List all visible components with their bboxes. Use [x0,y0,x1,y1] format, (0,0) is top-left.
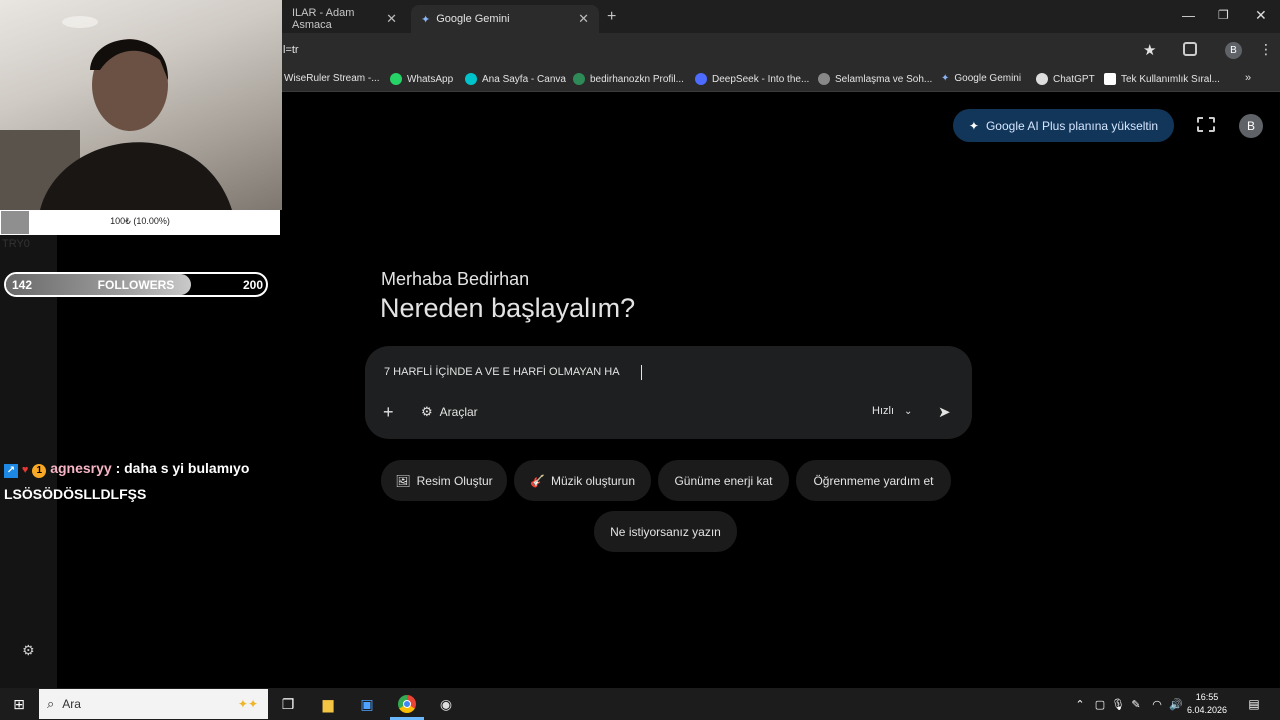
add-icon[interactable]: + [383,402,394,423]
chat-message-line: LSÖSÖDÖSLLDLFŞS [4,486,147,502]
file-explorer-icon[interactable]: ▆ [318,694,338,714]
search-placeholder: Ara [62,697,81,711]
image-icon: 🖼 [395,473,411,488]
chip-write-anything[interactable]: Ne istiyorsanız yazın [594,511,737,552]
bookmark-item[interactable]: Ana Sayfa - Canva [465,73,566,85]
chatgpt-icon [1036,73,1048,85]
new-tab-icon[interactable]: + [607,8,616,26]
greeting: Merhaba Bedirhan [381,269,530,289]
site-icon [1104,73,1116,85]
tab-title: ILAR - Adam Asmaca [292,7,355,31]
heart-icon: ♥ [21,464,29,476]
mode-select[interactable]: Hızlı ⌄ [872,405,912,417]
store-icon[interactable]: ▣ [357,694,377,714]
notifications-icon[interactable]: ▤ [1244,694,1264,714]
more-bookmarks-icon[interactable]: » [1245,72,1251,84]
chat-text: : daha s yi bulamıyo [115,460,250,476]
close-icon[interactable]: ✕ [386,11,397,27]
sparkle-icon: ✦ [968,118,979,133]
volume-icon[interactable]: 🔊 [1166,694,1186,714]
chat-message: ↗ ♥ 1 agnesryy : daha s yi bulamıyo [4,460,249,478]
task-view-icon[interactable]: ❐ [278,694,298,714]
followers-goal-bar: 142 FOLLOWERS 200 [4,272,268,297]
tools-label: Araçlar [439,405,478,419]
gemini-icon: ✦ [941,73,950,84]
guitar-icon: 🎸 [530,473,545,488]
url-input[interactable]: l=tr [283,44,299,56]
obs-icon[interactable]: ◉ [436,694,456,714]
donation-goal-text: 100₺ (10.00%) [110,216,170,226]
platform-icon: ↗ [4,464,18,478]
deepseek-icon [695,73,707,85]
taskbar-search[interactable]: ⌕ Ara ✦✦ [39,689,268,719]
windows-start-icon[interactable]: ⊞ [9,694,29,714]
upgrade-label: Google AI Plus planına yükseltin [985,118,1159,133]
gemini-favicon-icon: ✦ [421,13,431,26]
chevron-down-icon: ⌄ [904,405,913,417]
currency-label: TRY0 [2,238,30,250]
sparkle-icon: ✦✦ [237,697,258,711]
tab-google-gemini[interactable]: ✦ Google Gemini ✕ [411,5,599,33]
star-icon[interactable]: ★ [1143,41,1156,59]
chip-energize-day[interactable]: Günüme enerji kat [658,460,789,501]
microphone-icon[interactable]: 🎙 [1108,694,1128,714]
close-icon[interactable]: ✕ [578,11,589,27]
close-window-icon[interactable]: ✕ [1255,7,1267,24]
share-screen-icon[interactable] [1197,117,1215,132]
extensions-icon[interactable] [1183,42,1197,56]
canva-icon [465,73,477,85]
tab-adam-asmaca[interactable]: ILAR - Adam Asmaca ✕ [282,5,407,33]
followers-label: FOLLOWERS [97,278,175,292]
webcam-feed [0,0,282,210]
system-clock[interactable]: 16:55 6.04.2026 [1187,691,1227,717]
send-icon[interactable]: ➤ [938,403,951,421]
chat-username: agnesryy [50,460,112,476]
page-title: Nereden başlayalım? [380,293,636,323]
badge-icon: 1 [32,464,47,478]
chatgpt-icon [818,73,830,85]
user-avatar[interactable]: B [1239,114,1263,138]
bookmark-item[interactable]: Tek Kullanımlık Sıral... [1104,73,1220,85]
search-icon: ⌕ [47,696,55,711]
whatsapp-icon [390,73,402,85]
bookmark-item[interactable]: WiseRuler Stream -... [284,73,380,84]
bookmark-item[interactable]: WhatsApp [390,73,453,85]
prompt-box [365,346,972,439]
profile-site-icon [573,73,585,85]
bookmark-item[interactable]: bedirhanozkn Profil... [573,73,684,85]
restore-icon[interactable]: ❐ [1218,8,1229,22]
clock-time: 16:55 [1195,692,1219,702]
chip-create-image[interactable]: 🖼 Resim Oluştur [381,460,507,501]
upgrade-button[interactable]: ✦ Google AI Plus planına yükseltin [953,109,1174,142]
bookmark-item[interactable]: ChatGPT [1036,73,1095,85]
bookmark-item[interactable]: DeepSeek - Into the... [695,73,809,85]
minimize-icon[interactable]: — [1182,8,1195,23]
text-caret [641,365,642,380]
mode-label: Hızlı [872,405,894,417]
menu-icon[interactable]: ⋮ [1259,41,1273,58]
chip-help-learn[interactable]: Öğrenmeme yardım et [796,460,951,501]
followers-target: 200 [242,278,263,292]
bookmark-item[interactable]: ✦ Google Gemini [941,73,1021,84]
tools-button[interactable]: ⚙ Araçlar [421,404,478,420]
clock-date: 6.04.2026 [1187,705,1228,715]
prompt-input[interactable]: 7 HARFLİ İÇİNDE A VE E HARFİ OLMAYAN HA [384,366,620,378]
chip-create-music[interactable]: 🎸 Müzik oluşturun [514,460,651,501]
pen-icon[interactable]: ✎ [1126,694,1146,714]
device-icon[interactable]: ▢ [1090,694,1110,714]
sliders-icon: ⚙ [421,404,433,419]
wifi-icon[interactable]: ◠ [1147,694,1167,714]
chrome-icon[interactable] [397,694,417,714]
tab-title: Google Gemini [436,13,510,25]
settings-icon[interactable]: ⚙ [22,642,35,659]
profile-avatar[interactable]: B [1225,42,1242,59]
webcam-image [0,16,232,210]
bookmark-item[interactable]: Selamlaşma ve Soh... [818,73,932,85]
chevron-up-icon[interactable]: ⌃ [1070,694,1090,714]
